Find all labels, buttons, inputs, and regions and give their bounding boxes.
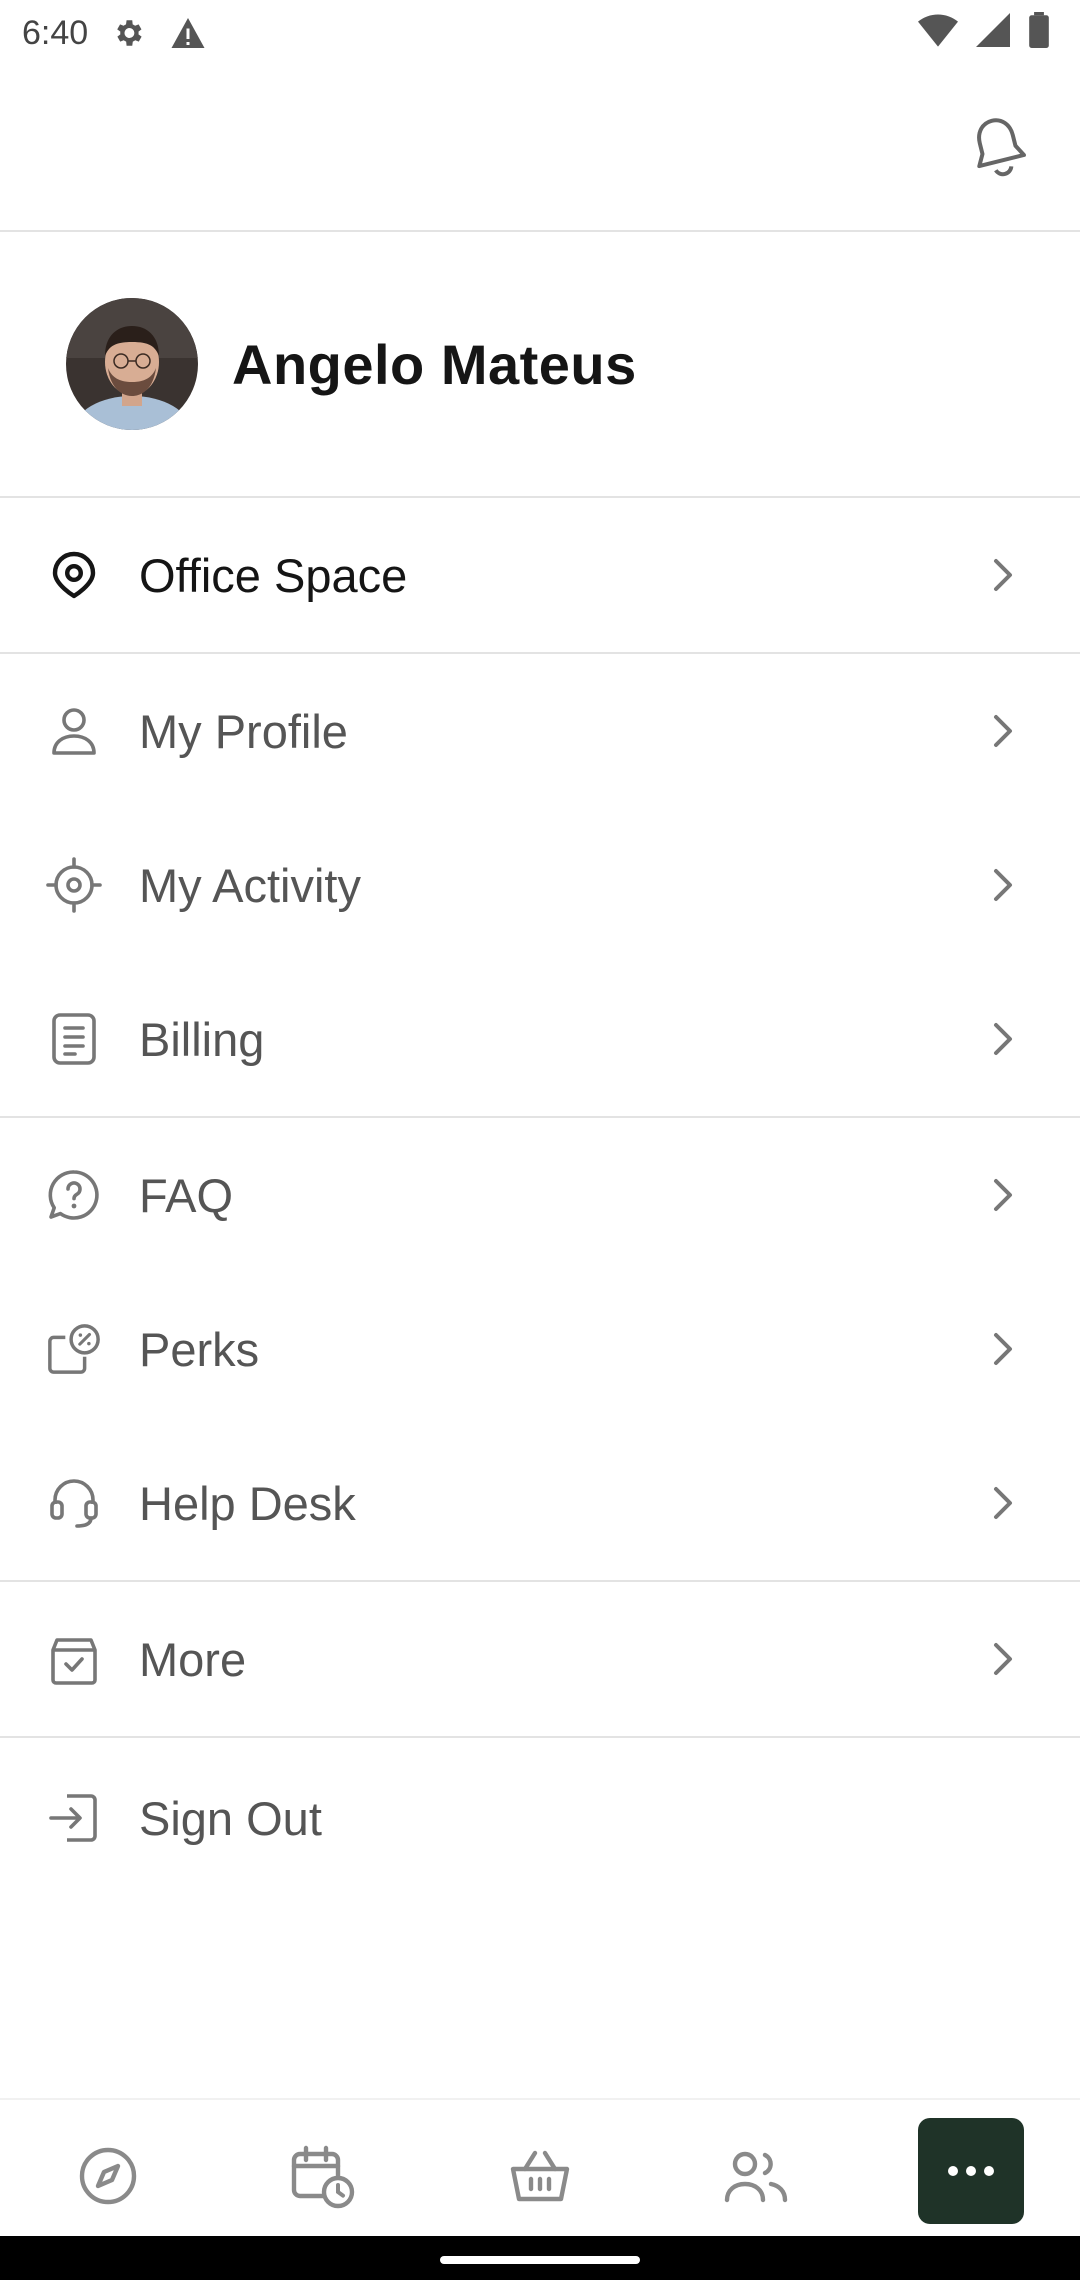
status-time: 6:40 bbox=[22, 13, 89, 52]
menu-label: Office Space bbox=[139, 548, 408, 602]
warning-icon bbox=[170, 15, 206, 51]
menu-item-office-space[interactable]: Office Space bbox=[0, 498, 1080, 652]
menu-label: FAQ bbox=[139, 1168, 234, 1222]
chevron-right-icon bbox=[990, 1175, 1018, 1215]
perks-discount-icon bbox=[46, 1321, 102, 1377]
menu-section-more: More bbox=[0, 1582, 1080, 1738]
cellular-signal-icon bbox=[976, 13, 1010, 52]
profile-name: Angelo Mateus bbox=[232, 332, 637, 396]
basket-icon[interactable] bbox=[504, 2140, 576, 2212]
chevron-right-icon bbox=[990, 1329, 1018, 1369]
menu-section-account: My Profile My Activity Billing bbox=[0, 654, 1080, 1118]
menu-item-sign-out[interactable]: Sign Out bbox=[0, 1738, 1080, 1898]
menu-section-sign-out: Sign Out bbox=[0, 1738, 1080, 1898]
chevron-right-icon bbox=[990, 865, 1018, 905]
menu-item-billing[interactable]: Billing bbox=[0, 962, 1080, 1116]
chevron-right-icon bbox=[990, 1483, 1018, 1523]
chevron-right-icon bbox=[990, 555, 1018, 595]
document-icon bbox=[46, 1011, 102, 1067]
menu-label: More bbox=[139, 1632, 247, 1686]
person-icon bbox=[46, 703, 102, 759]
menu-item-more[interactable]: More bbox=[0, 1582, 1080, 1736]
status-bar: 6:40 bbox=[0, 0, 1080, 66]
menu-label: Billing bbox=[139, 1012, 265, 1066]
more-dots-icon[interactable] bbox=[918, 2118, 1024, 2224]
status-right-icons bbox=[918, 12, 1050, 53]
target-icon bbox=[46, 857, 102, 913]
people-icon[interactable] bbox=[720, 2140, 792, 2212]
calendar-clock-icon[interactable] bbox=[286, 2140, 358, 2212]
menu-label: My Activity bbox=[139, 858, 361, 912]
headset-icon bbox=[46, 1475, 102, 1531]
menu-item-my-activity[interactable]: My Activity bbox=[0, 808, 1080, 962]
profile-header[interactable]: Angelo Mateus bbox=[0, 232, 1080, 498]
bell-icon[interactable] bbox=[968, 114, 1028, 180]
menu-item-help-desk[interactable]: Help Desk bbox=[0, 1426, 1080, 1580]
chevron-right-icon bbox=[990, 1019, 1018, 1059]
menu-section-office: Office Space bbox=[0, 498, 1080, 654]
menu-label: My Profile bbox=[139, 704, 348, 758]
settings-gear-icon bbox=[110, 15, 146, 51]
menu-item-perks[interactable]: Perks bbox=[0, 1272, 1080, 1426]
chevron-right-icon bbox=[990, 711, 1018, 751]
menu-label: Perks bbox=[139, 1322, 260, 1376]
menu-item-faq[interactable]: FAQ bbox=[0, 1118, 1080, 1272]
avatar[interactable] bbox=[66, 298, 198, 430]
box-check-icon bbox=[46, 1631, 102, 1687]
compass-icon[interactable] bbox=[72, 2140, 144, 2212]
sign-out-icon bbox=[46, 1790, 102, 1846]
chevron-right-icon bbox=[990, 1639, 1018, 1679]
menu-item-my-profile[interactable]: My Profile bbox=[0, 654, 1080, 808]
battery-icon bbox=[1028, 12, 1050, 53]
wifi-icon bbox=[918, 13, 958, 52]
location-pin-icon bbox=[46, 547, 102, 603]
top-bar bbox=[0, 66, 1080, 232]
menu-section-support: FAQ Perks Help Desk bbox=[0, 1118, 1080, 1582]
menu-label: Help Desk bbox=[139, 1476, 356, 1530]
menu-label: Sign Out bbox=[139, 1791, 322, 1845]
home-indicator[interactable] bbox=[440, 2256, 640, 2264]
question-chat-icon bbox=[46, 1167, 102, 1223]
